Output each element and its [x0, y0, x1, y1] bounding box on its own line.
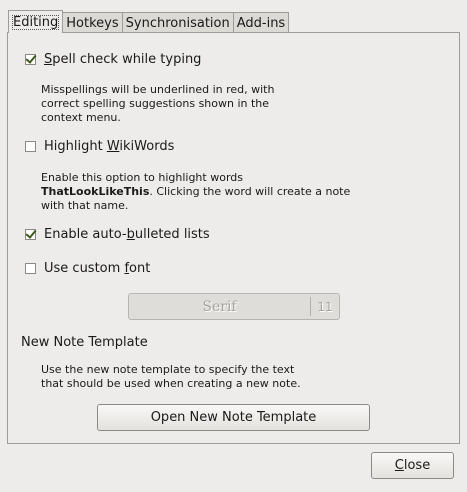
wikiwords-label-pre: Highlight [44, 139, 107, 154]
template-description: Use the new note template to specify the… [41, 363, 441, 391]
spell-check-option[interactable]: Spell check while typing [25, 52, 201, 67]
spell-check-description-line: correct spelling suggestions shown in th… [41, 97, 270, 110]
tab-synchronisation-label: Synchronisation [125, 16, 230, 31]
tab-hotkeys-label: Hotkeys [66, 16, 119, 31]
wikiwords-option[interactable]: Highlight WikiWords [25, 139, 174, 154]
tab-hotkeys[interactable]: Hotkeys [62, 12, 123, 33]
spell-check-checkbox[interactable] [25, 54, 36, 65]
template-section-title: New Note Template [21, 335, 148, 350]
wikiwords-label-mnemonic: W [106, 139, 120, 154]
spell-check-description: Misspellings will be underlined in red, … [41, 83, 441, 125]
wikiwords-checkbox[interactable] [25, 141, 36, 152]
wikiwords-description-line: ThatLookLikeThis. Clicking the word will… [41, 185, 441, 199]
close-button-label: Close [395, 458, 430, 473]
tab-editing-label: Editing [12, 15, 60, 30]
auto-bullets-checkbox[interactable] [25, 229, 36, 240]
custom-font-label: Use custom font [44, 261, 150, 276]
wikiwords-description: Enable this option to highlight words Th… [41, 171, 441, 213]
open-template-button[interactable]: Open New Note Template [97, 404, 370, 431]
template-description-line: Use the new note template to specify the… [41, 363, 295, 376]
template-description-line: that should be used when creating a new … [41, 377, 301, 390]
auto-bullets-option[interactable]: Enable auto-bulleted lists [25, 227, 210, 242]
custom-font-option[interactable]: Use custom font [25, 261, 150, 276]
custom-font-label-post: ont [129, 261, 151, 276]
wikiwords-label-post: ikiWords [119, 139, 175, 154]
wikiwords-description-rest: . Clicking the word will create a note [149, 185, 351, 198]
tab-editing[interactable]: Editing [8, 10, 64, 33]
tab-add-ins-label: Add-ins [236, 16, 286, 31]
font-name: Serif [202, 298, 237, 315]
editing-panel: Spell check while typing Misspellings wi… [7, 32, 460, 444]
open-template-button-label: Open New Note Template [150, 410, 317, 425]
auto-bullets-label-mnemonic: b [126, 227, 135, 242]
font-chooser-button[interactable]: Serif 11 [128, 293, 340, 320]
auto-bullets-label-post: ulleted lists [134, 227, 210, 242]
tab-add-ins[interactable]: Add-ins [232, 12, 290, 33]
tab-synchronisation[interactable]: Synchronisation [121, 12, 234, 33]
close-button-label-rest: lose [403, 458, 431, 473]
auto-bullets-label-pre: Enable auto- [44, 227, 127, 242]
auto-bullets-label: Enable auto-bulleted lists [44, 227, 210, 242]
wikiwords-description-line: with that name. [41, 199, 129, 212]
spell-check-description-line: Misspellings will be underlined in red, … [41, 83, 275, 96]
custom-font-label-pre: Use custom [44, 261, 125, 276]
tab-bar: Editing Hotkeys Synchronisation Add-ins [8, 10, 290, 33]
font-size: 11 [317, 299, 333, 314]
custom-font-checkbox[interactable] [25, 263, 36, 274]
close-button[interactable]: Close [371, 452, 454, 479]
wikiwords-label: Highlight WikiWords [44, 139, 174, 154]
wikiwords-description-line: Enable this option to highlight words [41, 171, 243, 184]
close-button-mnemonic: C [394, 458, 404, 473]
wikiwords-description-example: ThatLookLikeThis [41, 185, 150, 198]
spell-check-label: Spell check while typing [44, 52, 201, 67]
spell-check-description-line: context menu. [41, 111, 121, 124]
spell-check-label-post: pell check while typing [52, 52, 202, 67]
preferences-window: Editing Hotkeys Synchronisation Add-ins … [0, 0, 467, 492]
